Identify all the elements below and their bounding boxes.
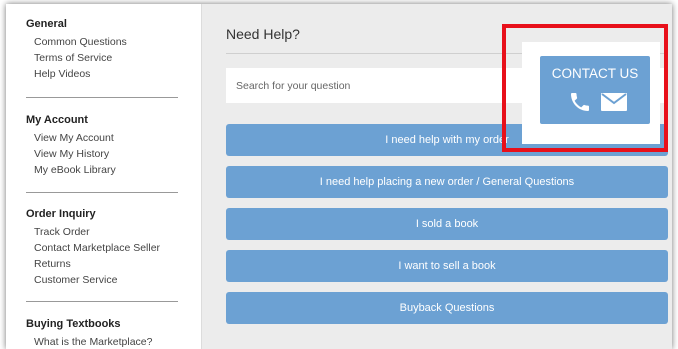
sidebar-section-general: General Common Questions Terms of Servic… <box>26 18 178 82</box>
sidebar-divider <box>26 301 178 302</box>
sidebar-link-terms-of-service[interactable]: Terms of Service <box>26 50 178 66</box>
sidebar-section-title: Buying Textbooks <box>26 318 121 330</box>
sidebar-link-view-my-account[interactable]: View My Account <box>26 130 178 146</box>
buyback-questions-button[interactable]: Buyback Questions <box>226 292 668 324</box>
sidebar-section-title: My Account <box>26 114 88 126</box>
sidebar-divider <box>26 97 178 98</box>
sidebar-link-contact-marketplace-seller[interactable]: Contact Marketplace Seller <box>26 240 178 256</box>
sidebar-section-title: General <box>26 18 67 30</box>
page-title: Need Help? <box>226 26 300 42</box>
sell-book-button[interactable]: I want to sell a book <box>226 250 668 282</box>
sidebar: General Common Questions Terms of Servic… <box>6 4 202 349</box>
contact-us-button[interactable]: CONTACT US <box>540 56 650 124</box>
sidebar-link-customer-service[interactable]: Customer Service <box>26 272 178 288</box>
phone-icon <box>571 93 589 111</box>
sidebar-section-title: Order Inquiry <box>26 208 96 220</box>
sidebar-link-my-ebook-library[interactable]: My eBook Library <box>26 162 178 178</box>
contact-highlight-box: CONTACT US <box>502 24 668 152</box>
sidebar-divider <box>26 192 178 193</box>
sidebar-section-buying-textbooks: Buying Textbooks What is the Marketplace… <box>26 318 178 349</box>
sidebar-link-what-is-the-marketplace[interactable]: What is the Marketplace? <box>26 334 178 349</box>
sidebar-link-common-questions[interactable]: Common Questions <box>26 34 178 50</box>
sold-book-button[interactable]: I sold a book <box>226 208 668 240</box>
contact-panel: CONTACT US <box>522 42 660 144</box>
contact-us-label: CONTACT US <box>551 66 639 81</box>
mail-icon <box>601 93 627 111</box>
sidebar-link-help-videos[interactable]: Help Videos <box>26 66 178 82</box>
sidebar-section-my-account: My Account View My Account View My Histo… <box>26 114 178 178</box>
sidebar-link-track-order[interactable]: Track Order <box>26 224 178 240</box>
sidebar-section-order-inquiry: Order Inquiry Track Order Contact Market… <box>26 208 178 288</box>
sidebar-link-view-my-history[interactable]: View My History <box>26 146 178 162</box>
help-new-order-button[interactable]: I need help placing a new order / Genera… <box>226 166 668 198</box>
sidebar-link-returns[interactable]: Returns <box>26 256 178 272</box>
